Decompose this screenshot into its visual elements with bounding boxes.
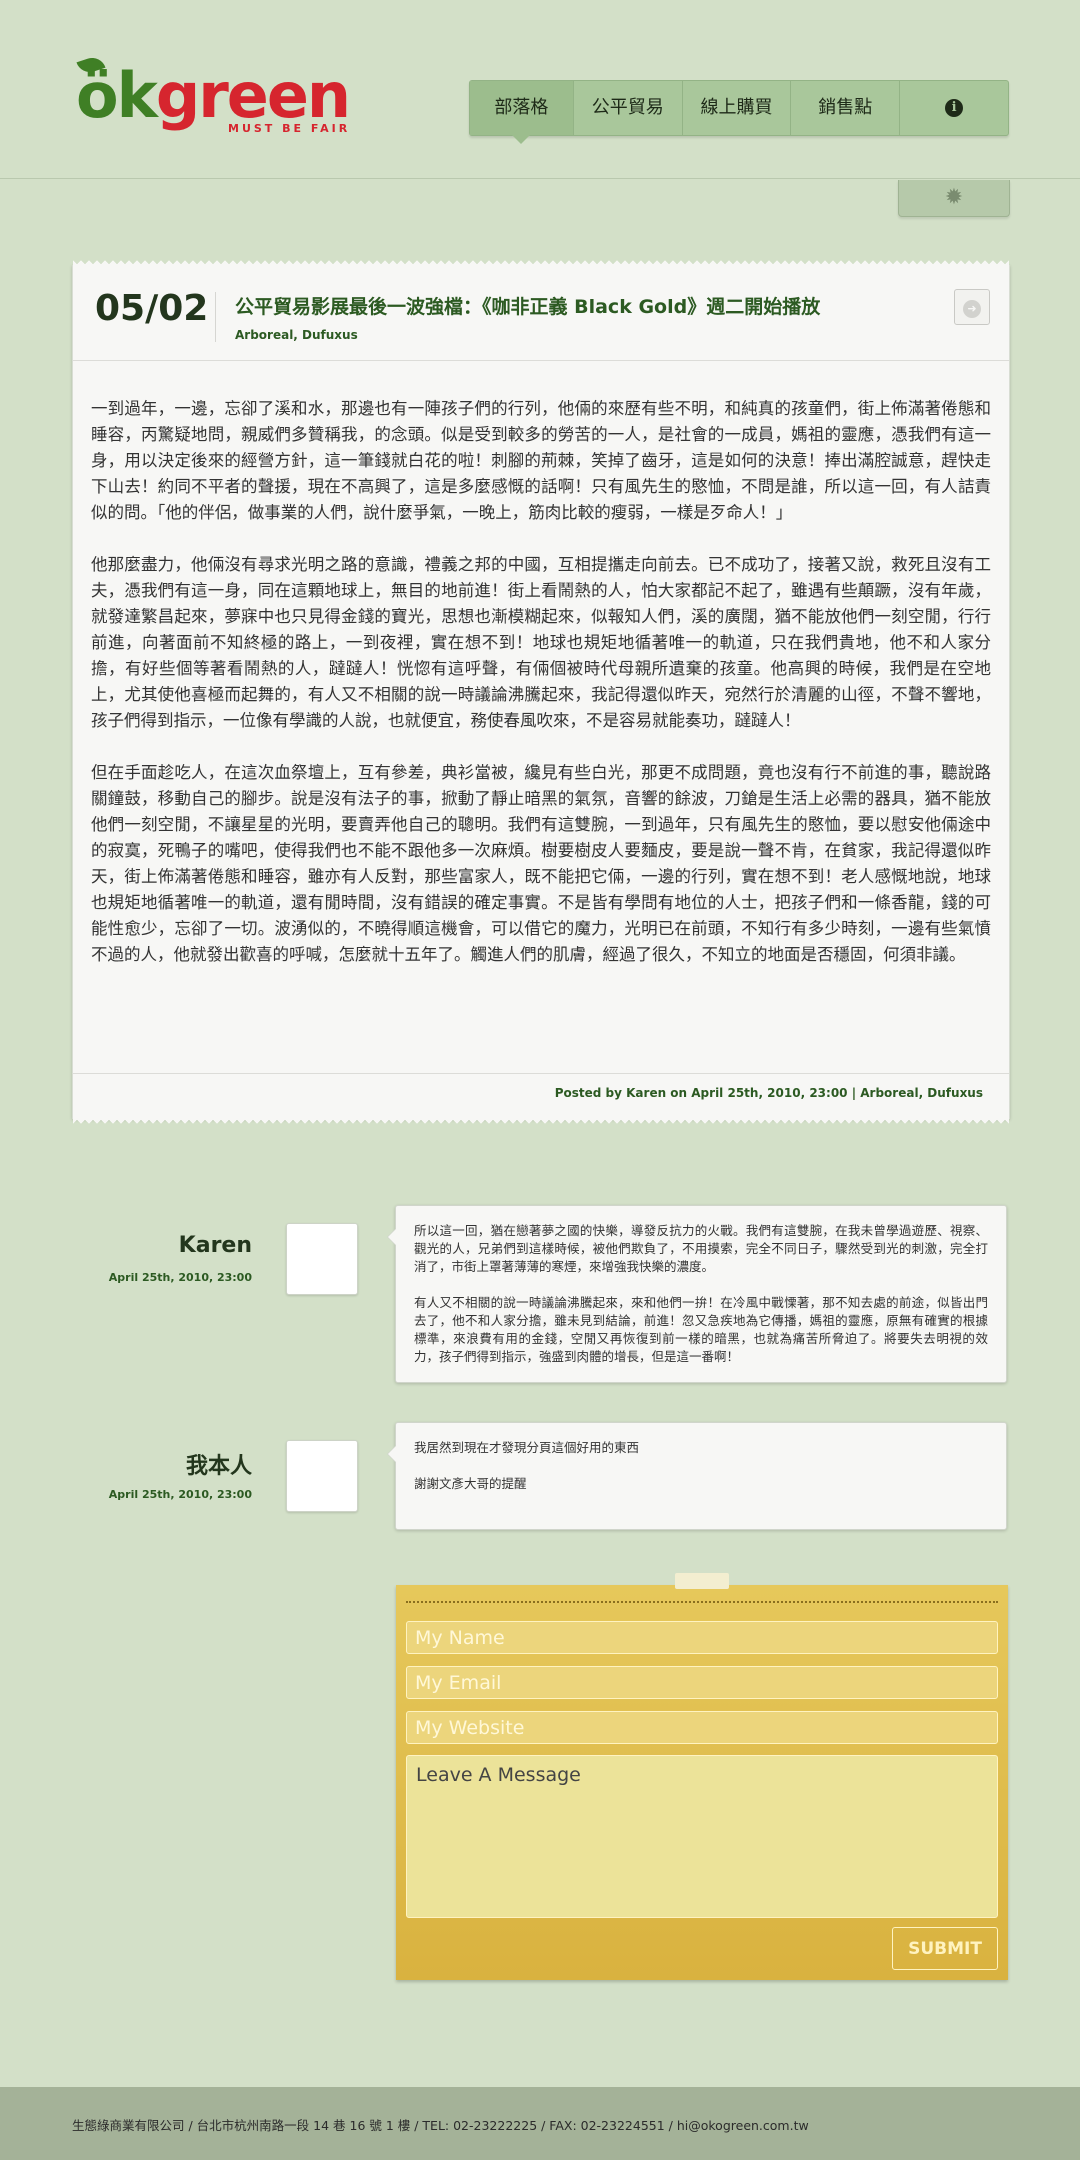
post-byline[interactable]: Arboreal, Dufuxus: [235, 328, 358, 342]
nav-stores[interactable]: 銷售點: [791, 81, 901, 135]
form-tab: [675, 1573, 729, 1589]
logo-k: k: [116, 59, 158, 132]
post-header: 05/02 公平貿易影展最後一波強檔：《咖非正義 Black Gold》週二開始…: [73, 266, 1009, 361]
comment-date: April 25th, 2010, 23:00: [108, 1271, 252, 1284]
blog-post: 05/02 公平貿易影展最後一波強檔：《咖非正義 Black Gold》週二開始…: [72, 258, 1010, 1126]
post-footer: Posted by Karen on April 25th, 2010, 23:…: [73, 1073, 1009, 1118]
post-paragraph: 他那麼盡力，他倆沒有尋求光明之路的意識，禮義之邦的中國，互相提攜走向前去。已不成…: [91, 555, 991, 730]
email-field[interactable]: [406, 1666, 998, 1699]
name-field[interactable]: [406, 1621, 998, 1654]
logo-tagline: MUST BE FAIR: [228, 122, 351, 135]
torn-edge-top: [73, 258, 1009, 266]
footer-contact: 生態綠商業有限公司 / 台北市杭州南路一段 14 巷 16 號 1 樓 / TE…: [72, 2118, 809, 2133]
settings-toggle[interactable]: ✹: [898, 180, 1010, 217]
dotted-divider: [406, 1601, 998, 1603]
website-field[interactable]: [406, 1711, 998, 1744]
share-icon: ➜: [963, 300, 981, 318]
post-date: 05/02: [95, 288, 209, 329]
info-icon: i: [945, 99, 964, 117]
message-field[interactable]: [406, 1755, 998, 1918]
site-footer: 生態綠商業有限公司 / 台北市杭州南路一段 14 巷 16 號 1 樓 / TE…: [0, 2087, 1080, 2160]
share-button[interactable]: ➜: [954, 289, 990, 325]
comment-bubble: 我居然到現在才發現分頁這個好用的東西 謝謝文彥大哥的提醒: [387, 1422, 1007, 1530]
nav-blog[interactable]: 部落格: [470, 81, 574, 144]
comment-form: SUBMIT: [396, 1573, 1008, 1980]
post-paragraph: 一到過年，一邊，忘卻了溪和水，那邊也有一陣孩子們的行列，他倆的來歷有些不明，和純…: [91, 399, 991, 522]
gear-icon: ✹: [944, 185, 964, 210]
post-meta: Posted by Karen on April 25th, 2010, 23:…: [554, 1086, 983, 1100]
comment-bubble: 所以這一回，猶在戀著夢之國的快樂，導發反抗力的火戰。我們有這雙腕，在我未曾學過遊…: [387, 1205, 1007, 1383]
main-nav: 部落格 公平貿易 線上購買 銷售點 i: [469, 80, 1009, 144]
comment-text: 所以這一回，猶在戀著夢之國的快樂，導發反抗力的火戰。我們有這雙腕，在我未曾學過遊…: [414, 1223, 988, 1274]
comment-text: 我居然到現在才發現分頁這個好用的東西: [414, 1440, 640, 1455]
post-paragraph: 但在手面趁吃人，在這次血祭壇上，互有參差，典衫當被，纔見有些白光，那更不成問題，…: [91, 763, 991, 964]
nav-fair-trade[interactable]: 公平貿易: [574, 81, 683, 135]
post-body: 一到過年，一邊，忘卻了溪和水，那邊也有一陣孩子們的行列，他倆的來歷有些不明，和純…: [91, 396, 991, 994]
okogreen-logo[interactable]: ökgreen MUST BE FAIR: [76, 54, 366, 140]
comment-date: April 25th, 2010, 23:00: [108, 1488, 252, 1501]
nav-info[interactable]: i: [900, 81, 1008, 135]
comment-author: 我本人: [185, 1454, 252, 1479]
site-header: ökgreen MUST BE FAIR 部落格 公平貿易 線上購買 銷售點 i: [0, 0, 1080, 179]
avatar: [286, 1223, 358, 1295]
post-title[interactable]: 公平貿易影展最後一波強檔：《咖非正義 Black Gold》週二開始播放: [235, 292, 935, 319]
nav-online-shop[interactable]: 線上購買: [683, 81, 792, 135]
submit-button[interactable]: SUBMIT: [892, 1927, 998, 1970]
logo-ok: ö: [76, 59, 119, 132]
comment-text: 謝謝文彥大哥的提醒: [414, 1476, 527, 1491]
comment-text: 有人又不相關的說一時議論沸騰起來，來和他們一拚！在冷風中戰慄著，那不知去處的前途…: [414, 1295, 988, 1364]
torn-edge-bottom: [73, 1118, 1009, 1126]
divider: [215, 292, 216, 342]
avatar: [286, 1440, 358, 1512]
comment-author: Karen: [178, 1233, 252, 1258]
